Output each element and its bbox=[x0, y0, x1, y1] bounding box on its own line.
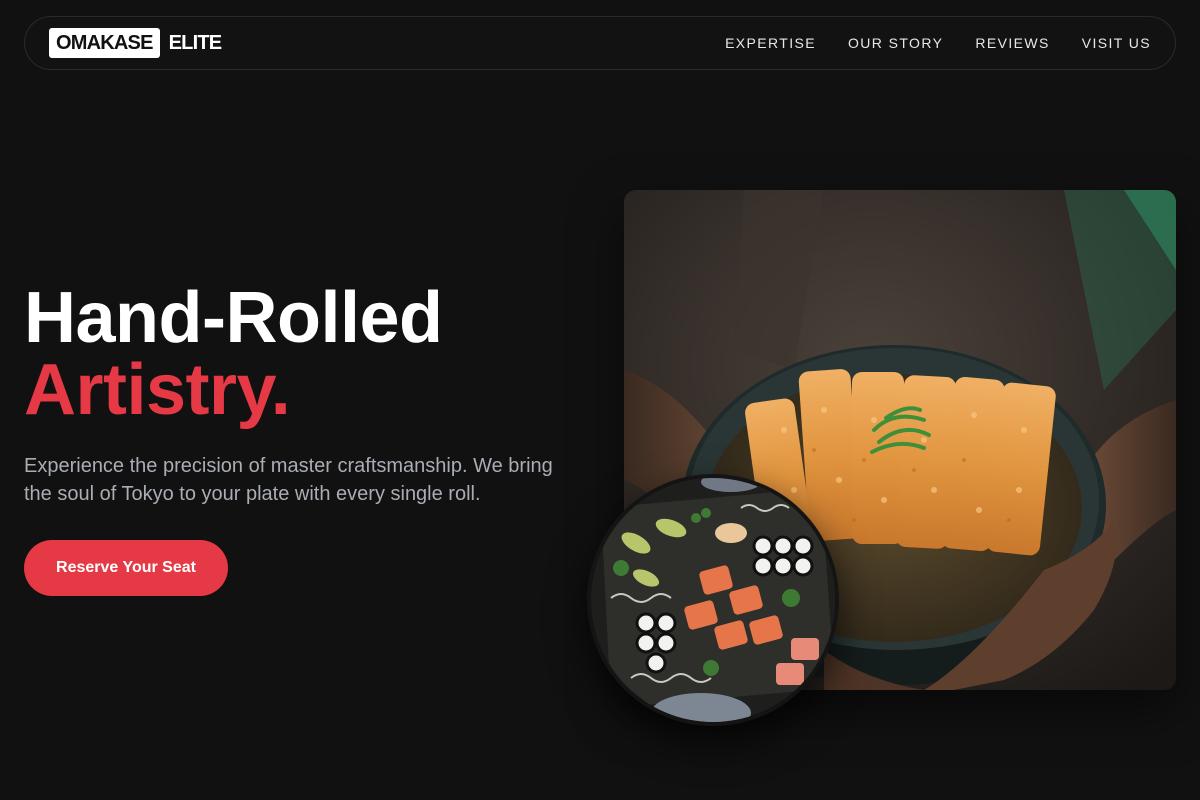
reserve-seat-button[interactable]: Reserve Your Seat bbox=[24, 540, 228, 596]
sushi-platter-photo bbox=[587, 474, 839, 726]
nav-link-our-story[interactable]: OUR STORY bbox=[848, 35, 943, 51]
hero-title-line-1: Hand-Rolled bbox=[24, 278, 443, 358]
nav-link-visit-us[interactable]: VISIT US bbox=[1082, 35, 1151, 51]
nav-link-expertise[interactable]: EXPERTISE bbox=[725, 35, 816, 51]
hero-title-line-2: Artistry. bbox=[24, 350, 291, 430]
hero-subtitle: Experience the precision of master craft… bbox=[24, 455, 553, 505]
page: OMAKASE ELITE EXPERTISE OUR STORY REVIEW… bbox=[0, 0, 1200, 800]
logo[interactable]: OMAKASE ELITE bbox=[49, 28, 222, 58]
hero-title: Hand-Rolled Artistry. bbox=[24, 278, 443, 430]
logo-box: OMAKASE bbox=[49, 28, 160, 58]
nav-links: EXPERTISE OUR STORY REVIEWS VISIT US bbox=[725, 35, 1151, 51]
nav-link-reviews[interactable]: REVIEWS bbox=[975, 35, 1049, 51]
logo-text: ELITE bbox=[168, 31, 222, 54]
top-navigation: OMAKASE ELITE EXPERTISE OUR STORY REVIEW… bbox=[24, 16, 1176, 70]
